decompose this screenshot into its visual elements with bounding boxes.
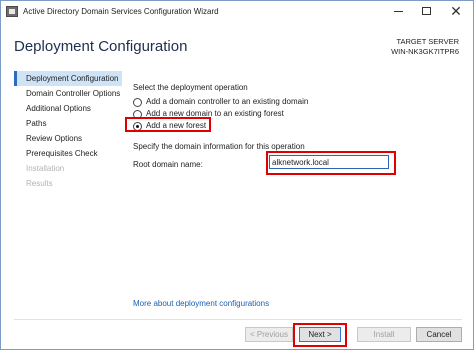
cancel-button[interactable]: Cancel (416, 327, 462, 342)
nav-item-deployment-configuration[interactable]: Deployment Configuration (14, 71, 122, 86)
annotation-highlight-root-domain (266, 151, 396, 175)
wizard-nav: Deployment Configuration Domain Controll… (14, 71, 122, 191)
close-icon: ✕ (450, 3, 462, 19)
footer-divider (14, 319, 462, 320)
more-about-deployment-link[interactable]: More about deployment configurations (133, 299, 269, 308)
annotation-highlight-new-forest (125, 117, 211, 132)
nav-item-domain-controller-options[interactable]: Domain Controller Options (14, 86, 122, 101)
install-button[interactable]: Install (357, 327, 411, 342)
nav-item-prerequisites-check[interactable]: Prerequisites Check (14, 146, 122, 161)
nav-item-results: Results (26, 179, 53, 188)
nav-item-installation: Installation (26, 164, 65, 173)
domain-info-heading: Specify the domain information for this … (133, 142, 305, 151)
window-title: Active Directory Domain Services Configu… (23, 7, 219, 16)
target-server-label: TARGET SERVER (396, 37, 459, 46)
page-title: Deployment Configuration (14, 38, 188, 55)
wizard-header: Deployment Configuration TARGET SERVER W… (1, 23, 473, 65)
wizard-content: Select the deployment operation Add a do… (133, 71, 463, 311)
previous-button[interactable]: < Previous (245, 327, 293, 342)
operation-heading: Select the deployment operation (133, 83, 248, 92)
minimize-icon (393, 10, 403, 12)
nav-item-review-options[interactable]: Review Options (14, 131, 122, 146)
radio-button[interactable] (133, 98, 142, 107)
maximize-button[interactable] (411, 1, 441, 23)
nav-item-paths[interactable]: Paths (14, 116, 122, 131)
target-server-name: WIN-NK3GK7ITPR6 (391, 47, 459, 56)
nav-item-additional-options[interactable]: Additional Options (14, 101, 122, 116)
minimize-button[interactable] (383, 1, 413, 23)
title-bar: Active Directory Domain Services Configu… (1, 1, 473, 23)
root-domain-label: Root domain name: (133, 160, 203, 169)
annotation-highlight-next (293, 323, 347, 347)
maximize-icon (421, 7, 431, 16)
wizard-window: Active Directory Domain Services Configu… (0, 0, 474, 350)
close-button[interactable]: ✕ (441, 1, 471, 23)
app-icon (6, 6, 18, 17)
radio-label: Add a domain controller to an existing d… (146, 97, 309, 106)
